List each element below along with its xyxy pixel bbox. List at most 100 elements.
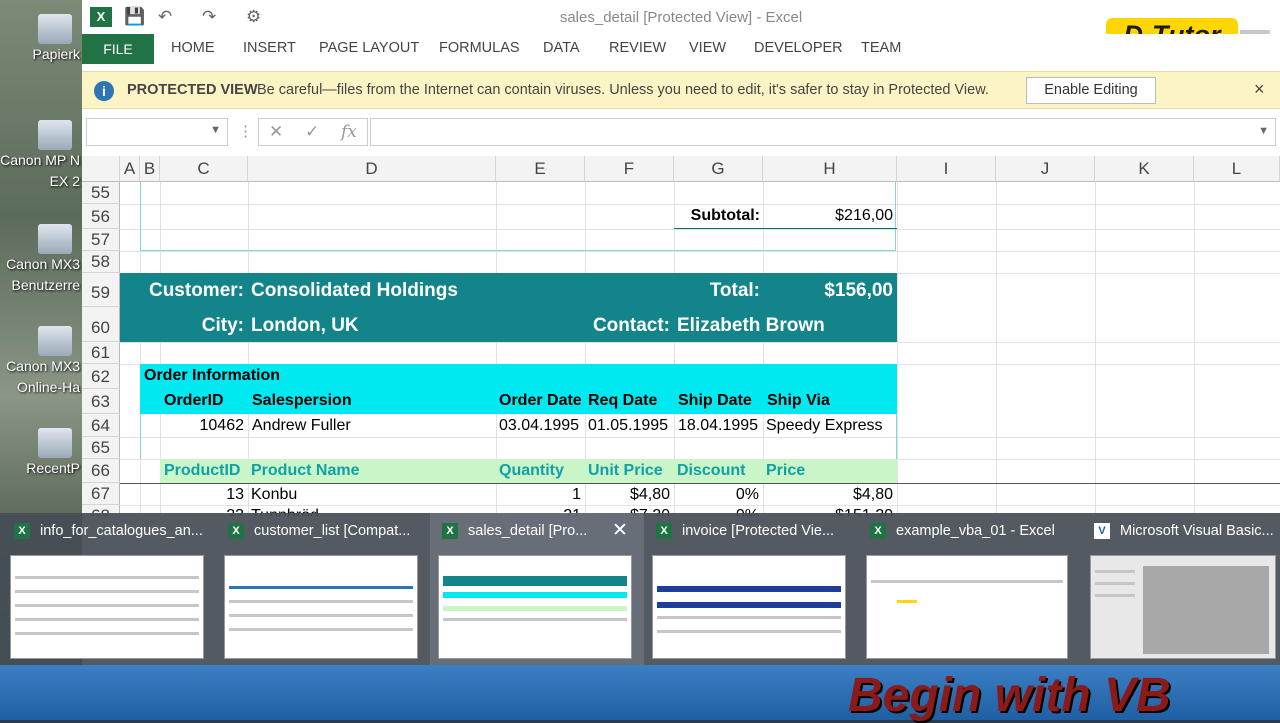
desktop-icon-label: Canon MP N EX 2 xyxy=(0,152,80,189)
desktop-icon-label: Papierk xyxy=(32,46,80,62)
select-all-corner[interactable] xyxy=(82,156,120,182)
thumbnail-title[interactable]: customer_list [Compat... xyxy=(254,523,424,539)
column-header-h[interactable]: H xyxy=(763,156,897,182)
product-cell-price: $4,80 xyxy=(852,486,893,503)
row-header-58[interactable]: 58 xyxy=(82,251,120,273)
desktop-icon-label: Canon MX3 Benutzerre xyxy=(6,256,80,293)
row-header-61[interactable]: 61 xyxy=(82,342,120,364)
tab-review[interactable]: REVIEW xyxy=(609,40,666,56)
row-header-66[interactable]: 66 xyxy=(82,459,120,483)
contact-label: Contact: xyxy=(592,315,670,336)
tab-formulas[interactable]: FORMULAS xyxy=(439,40,520,56)
column-header-b[interactable]: B xyxy=(140,156,160,182)
order-cell-orderid: 10462 xyxy=(199,417,245,434)
cancel-icon[interactable]: ✕ xyxy=(269,122,283,142)
desktop-icon-recent[interactable]: RecentP xyxy=(0,428,82,479)
column-header-f[interactable]: F xyxy=(585,156,674,182)
name-box[interactable]: ▼ xyxy=(86,118,228,146)
desktop-icon-canon-mp[interactable]: Canon MP N EX 2 xyxy=(0,120,82,192)
order-header-ship-date: Ship Date xyxy=(678,392,752,409)
order-header-salesperson: Salespersion xyxy=(252,392,352,409)
tab-insert[interactable]: INSERT xyxy=(243,40,296,56)
thumbnail-preview[interactable] xyxy=(1090,555,1276,659)
taskbar-thumbnail-strip: X info_for_catalogues_an... X customer_l… xyxy=(0,513,1280,665)
order-cell-order-date: 03.04.1995 xyxy=(499,417,580,434)
excel-icon: X xyxy=(228,523,244,539)
product-cell-name: Konbu xyxy=(251,486,298,503)
row-header-64[interactable]: 64 xyxy=(82,414,120,437)
thumbnail-preview[interactable] xyxy=(224,555,418,659)
product-header-discount: Discount xyxy=(677,462,746,479)
row-header-60[interactable]: 60 xyxy=(82,307,120,342)
tab-team[interactable]: TEAM xyxy=(861,40,901,56)
desktop-icon-recycle-bin[interactable]: Papierk xyxy=(0,14,82,65)
row-header-55[interactable]: 55 xyxy=(82,182,120,204)
column-header-j[interactable]: J xyxy=(996,156,1095,182)
desktop-icon-canon-mx-user[interactable]: Canon MX3 Benutzerre xyxy=(0,224,82,296)
excel-icon: X xyxy=(656,523,672,539)
expand-formula-icon[interactable]: ▼ xyxy=(1258,125,1269,137)
check-icon[interactable]: ✓ xyxy=(305,122,319,142)
tab-developer[interactable]: DEVELOPER xyxy=(754,40,843,56)
excel-icon: X xyxy=(14,523,30,539)
worksheet-grid[interactable]: A B C D E F G H I J K L 55 56 57 58 59 6… xyxy=(82,156,1280,516)
insert-function-icon[interactable]: fx xyxy=(341,122,357,142)
row-header-56[interactable]: 56 xyxy=(82,204,120,229)
splitter-dots-icon[interactable]: ⋮ xyxy=(238,122,253,140)
close-icon[interactable]: × xyxy=(1254,79,1265,100)
row-header-67[interactable]: 67 xyxy=(82,483,120,505)
order-header-ship-via: Ship Via xyxy=(767,392,830,409)
product-cell-id: 13 xyxy=(226,486,244,503)
thumbnail-title[interactable]: info_for_catalogues_an... xyxy=(40,523,210,539)
tab-page-layout[interactable]: PAGE LAYOUT xyxy=(319,40,419,56)
vba-editor-icon: V xyxy=(1094,523,1110,539)
column-header-c[interactable]: C xyxy=(160,156,248,182)
row-header-65[interactable]: 65 xyxy=(82,437,120,459)
thumbnail-preview[interactable] xyxy=(866,555,1068,659)
row-header-57[interactable]: 57 xyxy=(82,229,120,251)
enable-editing-button[interactable]: Enable Editing xyxy=(1026,77,1156,104)
product-cell-unit-price: $4,80 xyxy=(629,486,670,503)
desktop-icon-label: RecentP xyxy=(26,460,80,476)
protected-view-bar: i PROTECTED VIEW Be careful—files from t… xyxy=(82,71,1280,109)
thumbnail-preview[interactable] xyxy=(10,555,204,659)
banner-title: Begin with VB xyxy=(848,669,1171,722)
tab-file[interactable]: FILE xyxy=(82,34,154,64)
row-header-59[interactable]: 59 xyxy=(82,273,120,307)
tab-view[interactable]: VIEW xyxy=(689,40,726,56)
column-header-k[interactable]: K xyxy=(1095,156,1194,182)
column-header-l[interactable]: L xyxy=(1194,156,1280,182)
thumbnail-title[interactable]: invoice [Protected Vie... xyxy=(682,523,852,539)
order-cell-ship-via: Speedy Express xyxy=(766,417,883,434)
column-header-g[interactable]: G xyxy=(674,156,763,182)
thumbnail-preview[interactable] xyxy=(438,555,632,659)
formula-input[interactable]: ▼ xyxy=(370,118,1276,146)
desktop-icon-canon-mx-online[interactable]: Canon MX3 Online-Ha xyxy=(0,326,82,398)
thumbnail-title[interactable]: sales_detail [Pro... xyxy=(468,523,596,539)
row-header-63[interactable]: 63 xyxy=(82,389,120,414)
customer-value: Consolidated Holdings xyxy=(251,280,458,301)
column-header-i[interactable]: I xyxy=(897,156,996,182)
product-header-name: Product Name xyxy=(251,462,360,479)
excel-icon: X xyxy=(870,523,886,539)
tab-home[interactable]: HOME xyxy=(171,40,215,56)
order-header-orderid: OrderID xyxy=(164,392,224,409)
thumbnail-title[interactable]: example_vba_01 - Excel xyxy=(896,523,1066,539)
protected-view-title: PROTECTED VIEW xyxy=(127,82,258,98)
chevron-down-icon[interactable]: ▼ xyxy=(210,124,221,136)
close-icon[interactable]: ✕ xyxy=(612,519,628,542)
thumbnail-preview[interactable] xyxy=(652,555,846,659)
column-header-d[interactable]: D xyxy=(248,156,496,182)
shield-icon: i xyxy=(94,81,114,101)
product-header-quantity: Quantity xyxy=(499,462,564,479)
column-header-a[interactable]: A xyxy=(120,156,140,182)
order-cell-req-date: 01.05.1995 xyxy=(588,417,669,434)
tab-data[interactable]: DATA xyxy=(543,40,580,56)
column-header-e[interactable]: E xyxy=(496,156,585,182)
excel-icon: X xyxy=(442,523,458,539)
row-header-62[interactable]: 62 xyxy=(82,364,120,389)
product-cell-discount: 0% xyxy=(735,486,759,503)
clock-icon xyxy=(38,428,72,458)
thumbnail-title[interactable]: Microsoft Visual Basic... xyxy=(1120,523,1278,539)
online-help-icon xyxy=(38,326,72,356)
